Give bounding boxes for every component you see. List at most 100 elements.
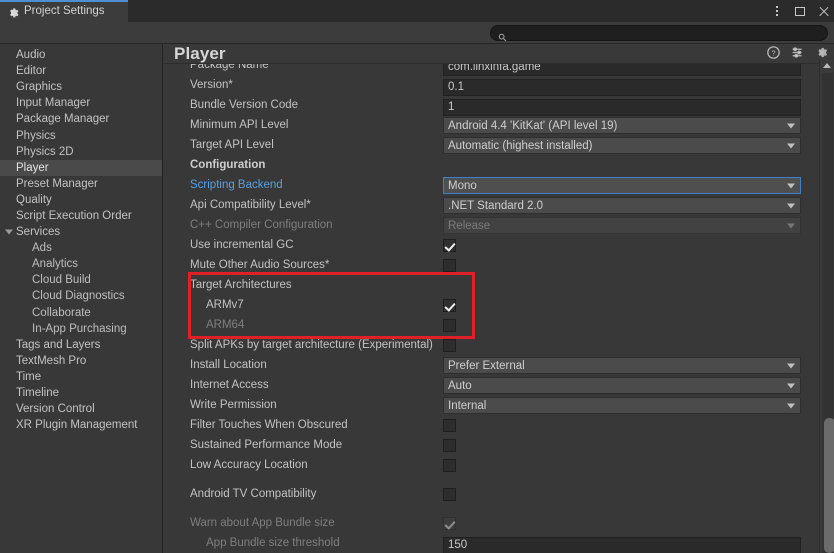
- bundle-version-code-input[interactable]: [443, 98, 801, 116]
- sidebar-item-tags-and-layers[interactable]: Tags and Layers: [0, 337, 162, 353]
- sidebar-item-timeline[interactable]: Timeline: [0, 385, 162, 401]
- chevron-down-icon[interactable]: [5, 229, 13, 235]
- arm64-checkbox[interactable]: [443, 319, 456, 332]
- sidebar-item-audio[interactable]: Audio: [0, 47, 162, 63]
- sidebar-item-script-execution-order[interactable]: Script Execution Order: [0, 208, 162, 224]
- sidebar-item-label: Quality: [16, 193, 52, 206]
- minimum-api-level-dropdown[interactable]: Android 4.4 'KitKat' (API level 19): [443, 117, 801, 134]
- dropdown-value: Internal: [448, 399, 487, 412]
- low-accuracy-location-checkbox[interactable]: [443, 459, 456, 472]
- sidebar-item-preset-manager[interactable]: Preset Manager: [0, 176, 162, 192]
- maximize-icon[interactable]: [793, 4, 807, 18]
- setting-label: Android TV Compatibility: [190, 488, 317, 501]
- sidebar-item-ads[interactable]: Ads: [0, 240, 162, 256]
- sustained-performance-mode-checkbox[interactable]: [443, 439, 456, 452]
- setting-label: Api Compatibility Level*: [190, 199, 311, 212]
- tab-project-settings[interactable]: Project Settings: [0, 0, 128, 22]
- setting-label: Low Accuracy Location: [190, 459, 308, 472]
- field-wrapper: [443, 77, 801, 96]
- setting-label: Split APKs by target architecture (Exper…: [190, 339, 433, 352]
- field-wrapper: [443, 64, 801, 76]
- search-field[interactable]: [490, 25, 828, 41]
- sidebar-item-analytics[interactable]: Analytics: [0, 256, 162, 272]
- help-icon[interactable]: ?: [767, 46, 780, 59]
- sidebar-item-label: Audio: [16, 49, 46, 62]
- app-bundle-size-threshold-input[interactable]: [443, 536, 801, 553]
- field-wrapper: Auto: [443, 377, 801, 394]
- setting-row-target-architectures: Target Architectures: [164, 276, 819, 296]
- scrollbar-track[interactable]: [822, 73, 834, 553]
- setting-row-bundle-version-code: Bundle Version Code: [164, 96, 819, 116]
- row-spacer: [164, 476, 819, 485]
- sidebar-item-label: Preset Manager: [16, 177, 98, 190]
- setting-row-mute-other-audio-sources: Mute Other Audio Sources*: [164, 256, 819, 276]
- setting-label: Sustained Performance Mode: [190, 439, 343, 452]
- kebab-menu-icon[interactable]: [770, 4, 784, 18]
- sidebar-item-version-control[interactable]: Version Control: [0, 401, 162, 417]
- version-input[interactable]: [443, 78, 801, 96]
- setting-label: Write Permission: [190, 399, 277, 412]
- settings-sidebar[interactable]: Audio Editor Graphics Input Manager Package …: [0, 44, 163, 553]
- sidebar-item-services[interactable]: Services: [0, 224, 162, 240]
- sidebar-item-label: XR Plugin Management: [16, 419, 138, 432]
- setting-row-api-compatibility-level: Api Compatibility Level* .NET Standard 2.…: [164, 196, 819, 216]
- sidebar-item-player[interactable]: Player: [0, 159, 162, 176]
- panel-header-icons: ?: [767, 46, 828, 59]
- chevron-down-icon: [787, 183, 795, 188]
- internet-access-dropdown[interactable]: Auto: [443, 377, 801, 394]
- scripting-backend-dropdown[interactable]: Mono: [443, 177, 801, 194]
- filter-touches-when-obscured-checkbox[interactable]: [443, 419, 456, 432]
- preset-icon[interactable]: [791, 46, 804, 59]
- sidebar-item-cloud-diagnostics[interactable]: Cloud Diagnostics: [0, 288, 162, 304]
- row-spacer: [164, 505, 819, 514]
- sidebar-item-textmesh-pro[interactable]: TextMesh Pro: [0, 353, 162, 369]
- scrollbar-thumb[interactable]: [824, 418, 834, 553]
- package-name-input[interactable]: [443, 64, 801, 76]
- sidebar-item-label: Cloud Diagnostics: [32, 290, 125, 303]
- setting-label: Mute Other Audio Sources*: [190, 259, 330, 272]
- setting-label: Scripting Backend: [190, 179, 283, 192]
- setting-row-internet-access: Internet Access Auto: [164, 376, 819, 396]
- sidebar-item-input-manager[interactable]: Input Manager: [0, 95, 162, 111]
- chevron-down-icon: [787, 383, 795, 388]
- sidebar-item-quality[interactable]: Quality: [0, 192, 162, 208]
- sidebar-item-time[interactable]: Time: [0, 369, 162, 385]
- api-compatibility-level-dropdown[interactable]: .NET Standard 2.0: [443, 197, 801, 214]
- sidebar-item-physics-2d[interactable]: Physics 2D: [0, 144, 162, 160]
- settings-scroll-area: Package Name Version* Bundle Version Code M…: [164, 64, 834, 553]
- chevron-down-icon: [787, 143, 795, 148]
- setting-row-armv7: ARMv7: [164, 296, 819, 316]
- write-permission-dropdown[interactable]: Internal: [443, 397, 801, 414]
- setting-label: Install Location: [190, 359, 267, 372]
- sidebar-item-in-app-purchasing[interactable]: In-App Purchasing: [0, 321, 162, 337]
- setting-label: Use incremental GC: [190, 239, 294, 252]
- mute-other-audio-sources-checkbox[interactable]: [443, 259, 456, 272]
- sidebar-item-cloud-build[interactable]: Cloud Build: [0, 272, 162, 288]
- target-api-level-dropdown[interactable]: Automatic (highest installed): [443, 137, 801, 154]
- use-incremental-gc-checkbox[interactable]: [443, 239, 456, 252]
- sidebar-item-collaborate[interactable]: Collaborate: [0, 305, 162, 321]
- setting-row-version: Version*: [164, 76, 819, 96]
- split-apks-by-target-architecture-experimental-checkbox[interactable]: [443, 339, 456, 352]
- sidebar-item-xr-plugin-management[interactable]: XR Plugin Management: [0, 417, 162, 433]
- sidebar-item-label: Version Control: [16, 403, 95, 416]
- close-icon[interactable]: [816, 4, 830, 18]
- search-icon: [498, 29, 507, 41]
- vertical-scrollbar[interactable]: [819, 60, 834, 553]
- sidebar-item-physics[interactable]: Physics: [0, 127, 162, 143]
- sidebar-item-label: Editor: [16, 65, 47, 78]
- android-tv-compatibility-checkbox[interactable]: [443, 488, 456, 501]
- search-input[interactable]: [511, 26, 801, 40]
- warn-about-app-bundle-size-checkbox[interactable]: [443, 517, 456, 530]
- install-location-dropdown[interactable]: Prefer External: [443, 357, 801, 374]
- armv7-checkbox[interactable]: [443, 299, 456, 312]
- sidebar-item-editor[interactable]: Editor: [0, 63, 162, 79]
- sidebar-item-label: TextMesh Pro: [16, 354, 87, 367]
- sidebar-item-package-manager[interactable]: Package Manager: [0, 111, 162, 127]
- dropdown-value: .NET Standard 2.0: [448, 199, 544, 212]
- gear-icon[interactable]: [815, 46, 828, 59]
- scroll-up-arrow-icon[interactable]: [823, 63, 831, 68]
- setting-row-split-apks-by-target-architecture-experimental: Split APKs by target architecture (Exper…: [164, 336, 819, 356]
- sidebar-item-graphics[interactable]: Graphics: [0, 79, 162, 95]
- setting-row-package-name: Package Name: [164, 64, 819, 76]
